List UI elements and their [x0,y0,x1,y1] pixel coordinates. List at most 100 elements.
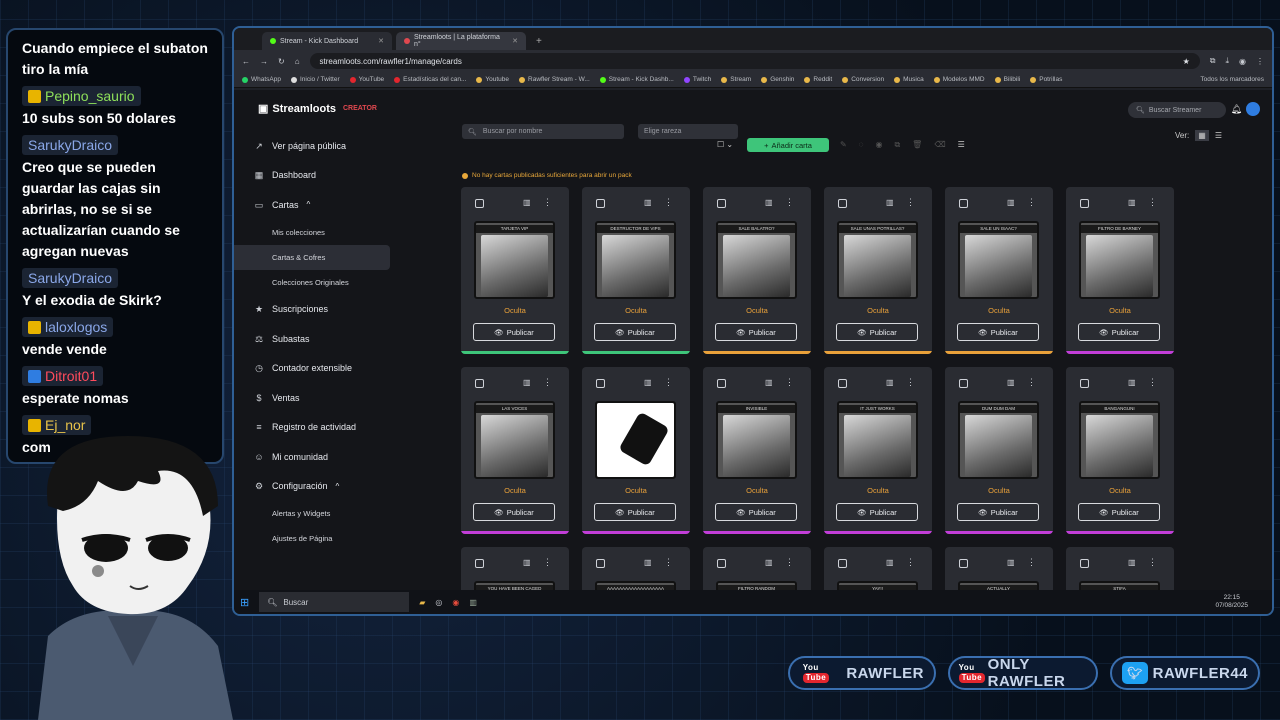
publish-button[interactable]: 👁︎ Publicar [594,323,676,341]
new-tab-button[interactable]: + [530,36,548,50]
card-tile[interactable]: ▥ ⋮ SALE UNAS POTRILLAS? Oculta 👁︎ Publicar [824,187,932,354]
stats-icon[interactable]: ▥ [1128,378,1136,387]
avatar[interactable] [1246,102,1260,116]
bookmark-item[interactable]: Inicio / Twitter [291,76,340,83]
bookmark-item[interactable]: Rawfler Stream - W... [519,76,590,83]
publish-button[interactable]: 👁︎ Publicar [473,503,555,521]
card-checkbox[interactable] [596,199,605,208]
bell-icon[interactable]: 🔔︎ [1231,104,1242,115]
card-tile[interactable]: ▥ ⋮ SALE UN ISAAC? Oculta 👁︎ Publicar [945,187,1053,354]
card-checkbox[interactable] [717,559,726,568]
hide-icon[interactable]: ◌ [859,140,864,150]
forward-icon[interactable]: → [260,57,268,66]
sidebar-subitem[interactable]: Colecciones Originales [234,270,394,295]
publish-button[interactable]: 👁︎ Publicar [473,323,555,341]
stats-icon[interactable]: ▥ [765,558,773,567]
grid-view-icon[interactable]: ▦ [1195,130,1209,141]
clock[interactable]: 22:15 07/08/2025 [1215,594,1248,610]
star-icon[interactable]: ★ [1183,57,1190,66]
bookmark-item[interactable]: Modelos MMD [933,76,985,83]
sidebar-item[interactable]: $ Ventas [234,383,394,413]
copy-icon[interactable]: ⧉ [894,140,900,150]
bookmark-item[interactable]: Estadísticas del can... [394,76,466,83]
stats-icon[interactable]: ▥ [1128,198,1136,207]
stats-icon[interactable]: ▥ [523,558,531,567]
card-tile[interactable]: ▥ ⋮ IT JUST WORKS Oculta 👁︎ Publicar [824,367,932,534]
stats-icon[interactable]: ▥ [644,558,652,567]
extensions-icon[interactable]: ⧉ [1210,56,1216,66]
all-bookmarks[interactable]: Todos los marcadores [1200,76,1264,83]
stats-icon[interactable]: ▥ [1007,198,1015,207]
bookmark-item[interactable]: Potrillas [1030,76,1062,83]
card-checkbox[interactable] [838,379,847,388]
more-options-icon[interactable]: ⋮ [785,377,794,388]
sidebar-item[interactable]: ☺ Mi comunidad [234,442,394,472]
reload-icon[interactable]: ↻ [278,57,285,66]
stats-icon[interactable]: ▥ [1128,558,1136,567]
stats-icon[interactable]: ▥ [523,198,531,207]
sidebar-item[interactable]: ★ Suscripciones [234,295,394,325]
card-checkbox[interactable] [475,199,484,208]
more-options-icon[interactable]: ⋮ [906,197,915,208]
publish-button[interactable]: 👁︎ Publicar [594,503,676,521]
bookmark-item[interactable]: Conversion [842,76,884,83]
more-options-icon[interactable]: ⋮ [785,557,794,568]
list-icon[interactable]: ☰ [958,140,965,150]
card-tile[interactable]: ▥ ⋮ LAS VOCES Oculta 👁︎ Publicar [461,367,569,534]
sidebar-item[interactable]: ▦ Dashboard [234,161,394,191]
stats-icon[interactable]: ▥ [765,198,773,207]
card-checkbox[interactable] [959,559,968,568]
download-icon[interactable]: ⤓ [1225,56,1229,66]
list-view-icon[interactable]: ☰ [1215,131,1222,140]
stats-icon[interactable]: ▥ [1007,378,1015,387]
bookmark-item[interactable]: Reddit [804,76,832,83]
card-checkbox[interactable] [1080,199,1089,208]
trash-icon[interactable]: 🗑︎ [912,140,922,150]
stats-icon[interactable]: ▥ [1007,558,1015,567]
folder-icon[interactable]: ▰ [419,598,425,607]
taskbar-search[interactable]: 🔍︎ Buscar [259,592,410,612]
more-options-icon[interactable]: ⋮ [664,557,673,568]
sidebar-subitem[interactable]: Ajustes de Página [234,526,394,551]
card-tile[interactable]: ▥ ⋮ TARJETA VIP Oculta 👁︎ Publicar [461,187,569,354]
stats-icon[interactable]: ▥ [644,378,652,387]
sidebar-subitem[interactable]: Mis colecciones [234,220,394,245]
more-options-icon[interactable]: ⋮ [664,197,673,208]
card-tile[interactable]: ▥ ⋮ DUM DUM DAM Oculta 👁︎ Publicar [945,367,1053,534]
publish-button[interactable]: 👁︎ Publicar [1078,323,1160,341]
chat-username[interactable]: Ej_nor [22,415,92,435]
more-options-icon[interactable]: ⋮ [1027,197,1036,208]
more-options-icon[interactable]: ⋮ [906,557,915,568]
card-tile[interactable]: ▥ ⋮ SALE BALATRO? Oculta 👁︎ Publicar [703,187,811,354]
card-tile[interactable]: ▥ ⋮ BANGANGUNI Oculta 👁︎ Publicar [1066,367,1174,534]
card-tile[interactable]: ▥ ⋮ Oculta 👁︎ Publicar [582,367,690,534]
card-checkbox[interactable] [1080,379,1089,388]
close-icon[interactable]: ✕ [378,37,384,45]
stats-icon[interactable]: ▥ [886,558,894,567]
add-card-button[interactable]: + Añadir carta [747,138,829,152]
card-checkbox[interactable] [959,379,968,388]
card-checkbox[interactable] [717,199,726,208]
more-options-icon[interactable]: ⋮ [1027,377,1036,388]
card-checkbox[interactable] [838,199,847,208]
more-options-icon[interactable]: ⋮ [543,557,552,568]
menu-icon[interactable]: ⋮ [1256,57,1264,66]
sidebar-item[interactable]: ⚖ Subastas [234,324,394,354]
sidebar-subitem[interactable]: Alertas y Widgets [234,501,394,526]
publish-button[interactable]: 👁︎ Publicar [1078,503,1160,521]
more-options-icon[interactable]: ⋮ [1148,197,1157,208]
sidebar-item[interactable]: ◷ Contador extensible [234,354,394,384]
app-icon[interactable]: ▥ [469,598,477,607]
sidebar-item[interactable]: ↗ Ver página pública [234,131,394,161]
tab-kick[interactable]: Stream - Kick Dashboard ✕ [262,32,392,50]
chat-username[interactable]: laloxlogos [22,317,114,337]
bookmark-item[interactable]: WhatsApp [242,76,281,83]
rarity-select[interactable]: Elige rareza [638,124,738,139]
card-checkbox[interactable] [475,379,484,388]
card-checkbox[interactable] [475,559,484,568]
bookmark-item[interactable]: Twitch [683,76,711,83]
card-checkbox[interactable] [717,379,726,388]
sidebar-item[interactable]: ⚙ Configuración ^ [234,472,394,502]
bookmark-item[interactable]: Bilibili [994,76,1020,83]
edit-icon[interactable]: ✎ [840,140,847,150]
